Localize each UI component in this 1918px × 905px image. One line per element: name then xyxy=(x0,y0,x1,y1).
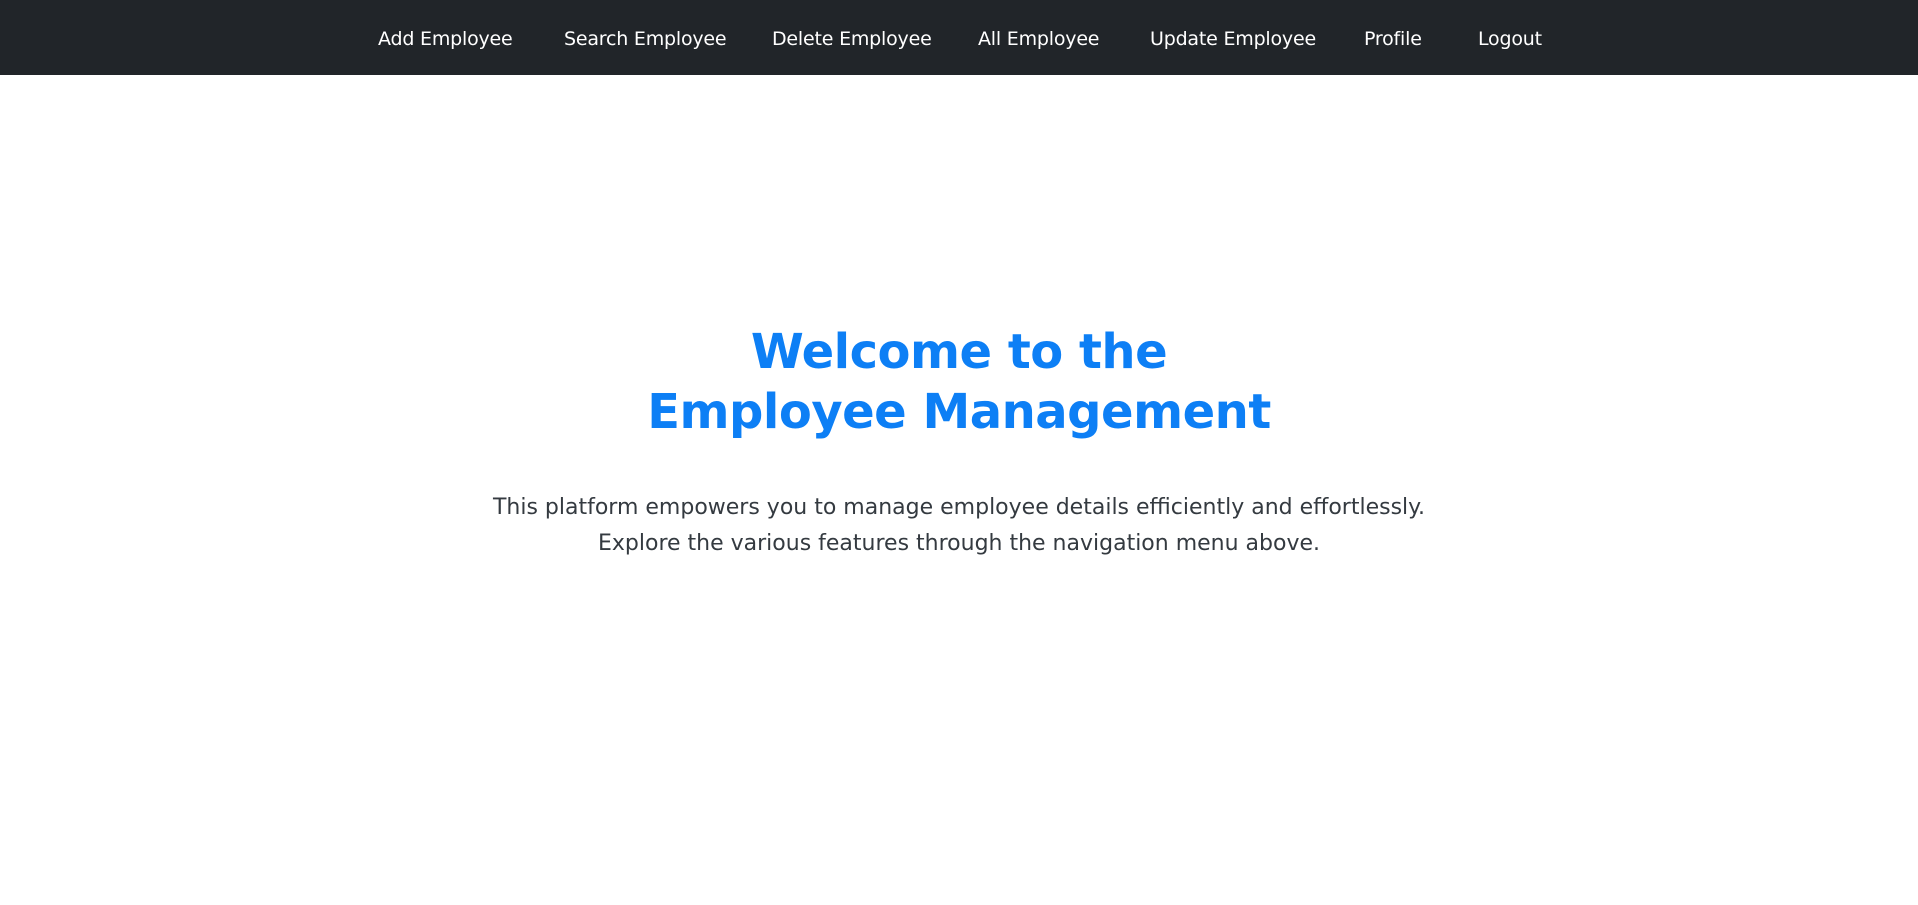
top-navbar: Add Employee Search Employee Delete Empl… xyxy=(0,0,1918,75)
welcome-description-line-1: This platform empowers you to manage emp… xyxy=(492,495,1426,520)
nav-delete-employee[interactable]: Delete Employee xyxy=(772,0,932,75)
welcome-description: This platform empowers you to manage emp… xyxy=(0,490,1918,562)
welcome-title: Welcome to the Employee Management xyxy=(0,322,1918,442)
welcome-title-line-1: Welcome to the xyxy=(750,324,1168,380)
welcome-title-line-2: Employee Management xyxy=(647,384,1271,440)
nav-profile[interactable]: Profile xyxy=(1364,0,1422,75)
welcome-section: Welcome to the Employee Management This … xyxy=(0,322,1918,562)
nav-add-employee[interactable]: Add Employee xyxy=(378,0,513,75)
nav-all-employee[interactable]: All Employee xyxy=(978,0,1099,75)
nav-logout[interactable]: Logout xyxy=(1478,0,1542,75)
welcome-description-line-2: Explore the various features through the… xyxy=(597,531,1320,556)
nav-update-employee[interactable]: Update Employee xyxy=(1150,0,1316,75)
nav-search-employee[interactable]: Search Employee xyxy=(564,0,727,75)
